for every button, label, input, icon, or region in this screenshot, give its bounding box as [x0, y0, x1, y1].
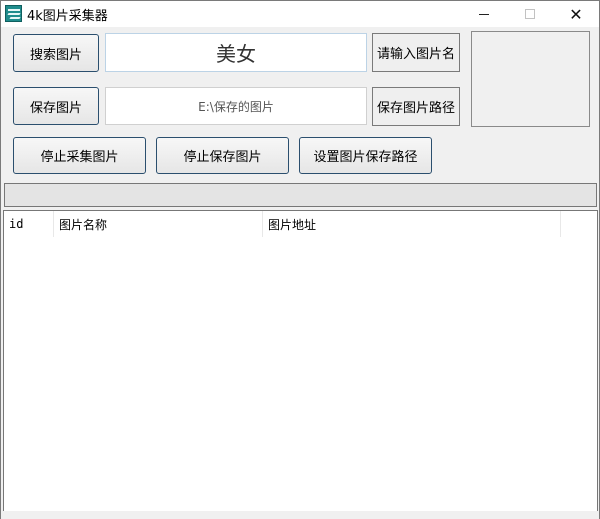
bottom-edge — [1, 511, 599, 519]
list-header: id 图片名称 图片地址 — [4, 211, 597, 237]
status-bar — [4, 183, 597, 207]
column-header-name[interactable]: 图片名称 — [54, 211, 263, 237]
set-save-path-button[interactable]: 设置图片保存路径 — [299, 137, 432, 174]
save-path-input[interactable]: E:\保存的图片 — [105, 87, 367, 125]
window-title: 4k图片采集器 — [27, 9, 108, 24]
image-list[interactable]: id 图片名称 图片地址 — [3, 210, 598, 516]
title-bar[interactable]: 4k图片采集器 ✕ — [1, 1, 599, 27]
minimize-icon — [479, 13, 489, 15]
close-button[interactable]: ✕ — [553, 1, 599, 27]
maximize-icon — [525, 9, 535, 19]
stop-save-button[interactable]: 停止保存图片 — [156, 137, 289, 174]
save-images-button[interactable]: 保存图片 — [13, 87, 99, 125]
stop-collect-button[interactable]: 停止采集图片 — [13, 137, 146, 174]
save-path-button[interactable]: 保存图片路径 — [372, 87, 460, 126]
image-preview — [471, 31, 590, 127]
column-header-id[interactable]: id — [4, 211, 54, 237]
app-logo-icon — [5, 5, 22, 22]
save-images-label: 保存图片 — [29, 100, 82, 116]
save-path-label: 保存图片路径 — [376, 101, 455, 116]
stop-save-label: 停止保存图片 — [183, 150, 262, 165]
enter-image-name-label: 请输入图片名 — [376, 47, 455, 62]
close-icon: ✕ — [569, 4, 583, 24]
save-path-value: E:\保存的图片 — [198, 99, 274, 114]
maximize-button[interactable] — [507, 1, 553, 27]
keyword-input[interactable]: 美女 — [105, 33, 367, 72]
stop-collect-label: 停止采集图片 — [40, 150, 119, 165]
search-images-button[interactable]: 搜索图片 — [13, 34, 99, 72]
minimize-button[interactable] — [461, 1, 507, 27]
app-window: 4k图片采集器 ✕ 搜索图片 美女 请输入图片名 保存图片 E:\保存的图片 保… — [0, 0, 600, 519]
search-images-label: 搜索图片 — [29, 47, 82, 63]
column-header-address[interactable]: 图片地址 — [263, 211, 561, 237]
enter-image-name-button[interactable]: 请输入图片名 — [372, 33, 460, 72]
keyword-value: 美女 — [216, 42, 256, 66]
set-save-path-label: 设置图片保存路径 — [313, 150, 418, 165]
